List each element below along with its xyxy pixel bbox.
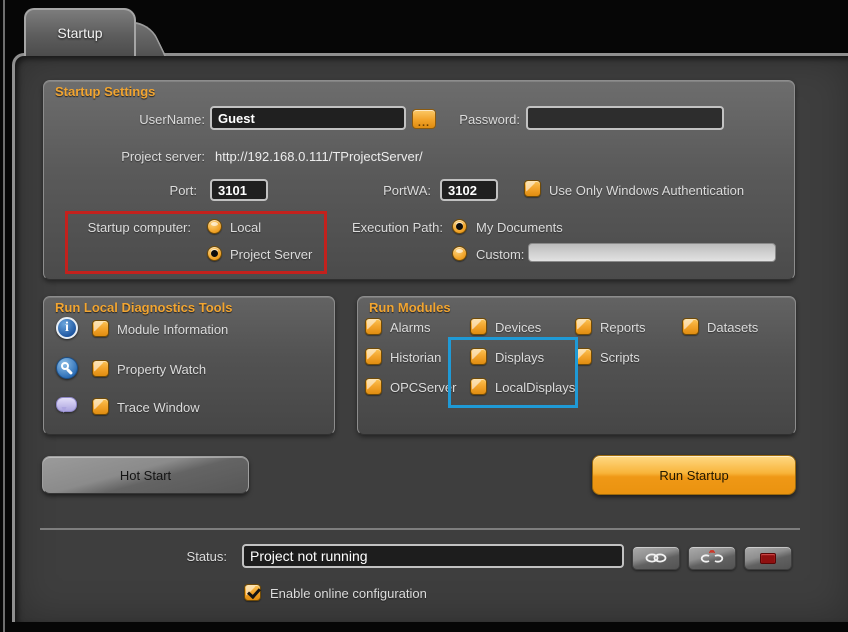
separator-line — [40, 528, 800, 530]
windows-auth-checkbox[interactable] — [524, 180, 541, 197]
trace-window-label: Trace Window — [117, 400, 200, 415]
execution-path-radio-custom[interactable] — [452, 246, 467, 261]
stop-button[interactable] — [744, 546, 792, 570]
connect-button[interactable] — [632, 546, 680, 570]
project-server-label: Project server: — [75, 149, 205, 164]
startup-computer-local-label: Local — [230, 220, 261, 235]
startup-computer-project-server-label: Project Server — [230, 247, 312, 262]
stop-icon — [760, 553, 776, 564]
module-displays-label: Displays — [495, 350, 544, 365]
password-label: Password: — [430, 112, 520, 127]
startup-window: Startup Startup Settings UserName: ... P… — [0, 0, 848, 632]
module-reports-label: Reports — [600, 320, 646, 335]
link-icon — [644, 552, 668, 564]
module-alarms-label: Alarms — [390, 320, 430, 335]
portwa-label: PortWA: — [361, 183, 431, 198]
module-scripts-checkbox[interactable] — [575, 348, 592, 365]
tab-startup[interactable]: Startup — [24, 8, 136, 56]
info-icon — [56, 317, 78, 339]
module-opcserver-label: OPCServer — [390, 380, 456, 395]
module-scripts-label: Scripts — [600, 350, 640, 365]
module-devices-checkbox[interactable] — [470, 318, 487, 335]
execution-path-custom-label: Custom: — [476, 247, 524, 262]
run-startup-label: Run Startup — [659, 468, 728, 483]
execution-path-label: Execution Path: — [333, 220, 443, 235]
username-label: UserName: — [95, 112, 205, 127]
execution-path-radio-my-documents[interactable] — [452, 219, 467, 234]
hot-start-label: Hot Start — [120, 468, 171, 483]
startup-computer-label: Startup computer: — [51, 220, 191, 235]
portwa-input[interactable] — [440, 179, 498, 201]
online-config-label: Enable online configuration — [270, 586, 427, 601]
magnifier-icon — [56, 357, 78, 379]
module-historian-checkbox[interactable] — [365, 348, 382, 365]
password-input[interactable] — [526, 106, 724, 130]
module-alarms-checkbox[interactable] — [365, 318, 382, 335]
status-label: Status: — [157, 549, 227, 564]
disconnect-button[interactable] — [688, 546, 736, 570]
module-information-label: Module Information — [117, 322, 228, 337]
diagnostics-title: Run Local Diagnostics Tools — [55, 300, 232, 315]
module-localdisplays-label: LocalDisplays — [495, 380, 575, 395]
windows-auth-label: Use Only Windows Authentication — [549, 183, 744, 198]
tab-startup-label: Startup — [57, 25, 102, 41]
module-devices-label: Devices — [495, 320, 541, 335]
module-reports-checkbox[interactable] — [575, 318, 592, 335]
hot-start-button[interactable]: Hot Start — [42, 456, 249, 494]
trace-window-checkbox[interactable] — [92, 398, 109, 415]
custom-path-input[interactable] — [528, 243, 776, 262]
speech-bubble-icon — [56, 397, 77, 412]
property-watch-checkbox[interactable] — [92, 360, 109, 377]
broken-link-icon — [700, 550, 724, 566]
module-localdisplays-checkbox[interactable] — [470, 378, 487, 395]
run-startup-button[interactable]: Run Startup — [592, 455, 796, 495]
run-modules-title: Run Modules — [369, 300, 451, 315]
port-input[interactable] — [210, 179, 268, 201]
username-input[interactable] — [210, 106, 406, 130]
port-label: Port: — [137, 183, 197, 198]
module-historian-label: Historian — [390, 350, 441, 365]
module-opcserver-checkbox[interactable] — [365, 378, 382, 395]
online-config-checkbox[interactable] — [244, 584, 261, 601]
property-watch-label: Property Watch — [117, 362, 206, 377]
startup-computer-radio-local[interactable] — [207, 219, 222, 234]
status-input[interactable] — [242, 544, 624, 568]
project-server-value: http://192.168.0.111/TProjectServer/ — [215, 149, 423, 164]
execution-path-my-documents-label: My Documents — [476, 220, 563, 235]
module-datasets-checkbox[interactable] — [682, 318, 699, 335]
window-edge-line — [3, 0, 5, 632]
startup-computer-radio-project-server[interactable] — [207, 246, 222, 261]
startup-settings-title: Startup Settings — [55, 84, 155, 99]
run-modules-group — [357, 296, 796, 435]
module-datasets-label: Datasets — [707, 320, 758, 335]
module-information-checkbox[interactable] — [92, 320, 109, 337]
module-displays-checkbox[interactable] — [470, 348, 487, 365]
